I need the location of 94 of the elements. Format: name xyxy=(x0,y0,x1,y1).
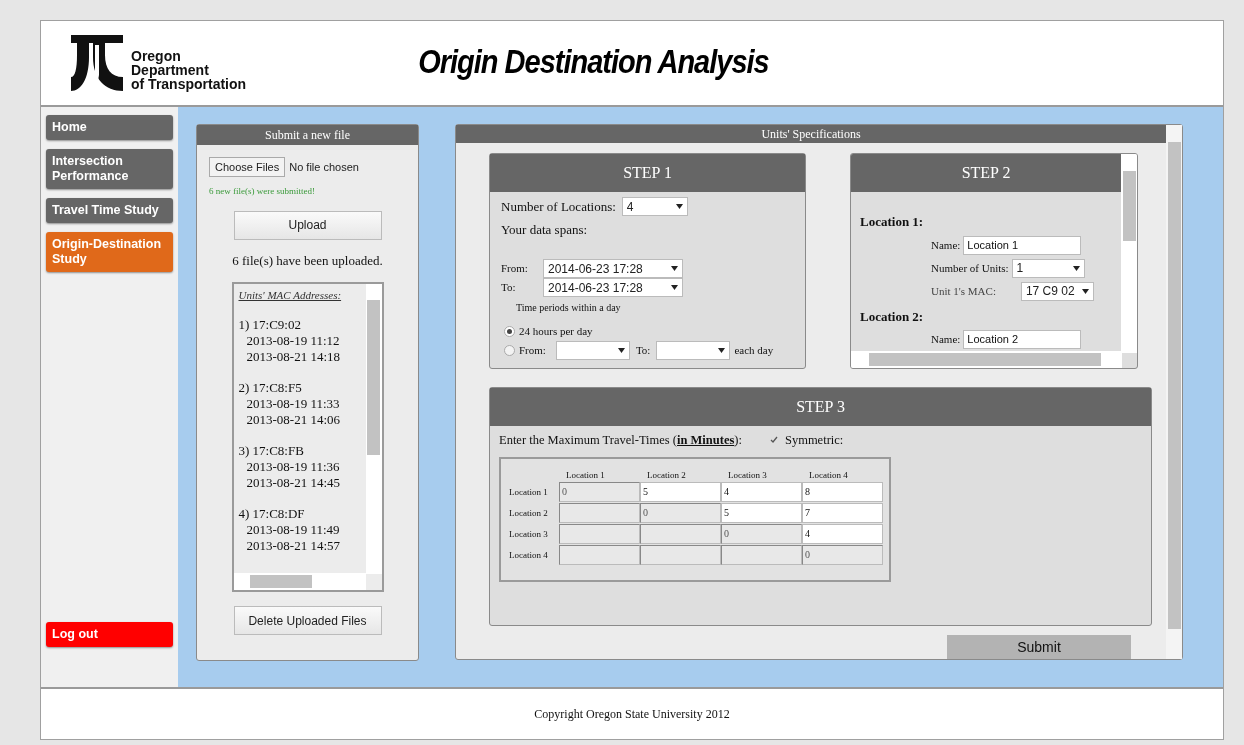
timestamp: 2013-08-21 14:45 xyxy=(245,475,342,491)
option-label: each day xyxy=(734,342,774,358)
row-header: Location 4 xyxy=(509,548,549,562)
option-label: 24 hours per day xyxy=(519,324,593,339)
column-header: Location 1 xyxy=(565,468,606,482)
units-select[interactable]: 1 xyxy=(1011,258,1085,278)
matrix-input[interactable]: 4 xyxy=(721,481,802,502)
radio-button[interactable] xyxy=(504,325,515,337)
matrix-input[interactable]: 8 xyxy=(802,481,883,502)
caret-icon xyxy=(1072,265,1080,271)
checkbox-label: Symmetric: xyxy=(784,432,844,449)
panel-header: Units' Specifications xyxy=(456,125,1166,143)
datetime-select[interactable]: 2014-06-23 17:28 xyxy=(543,259,683,278)
matrix-input: 0 xyxy=(559,481,640,502)
time-select[interactable] xyxy=(555,340,630,360)
vertical-scrollbar[interactable] xyxy=(365,284,382,574)
option-label: To: xyxy=(635,342,651,358)
field-label: From: xyxy=(501,261,529,277)
time-select[interactable] xyxy=(656,340,731,360)
logo-icon xyxy=(69,33,125,93)
upload-button[interactable]: Upload xyxy=(233,210,382,240)
location-heading: Location 2: xyxy=(859,307,925,326)
logout-button[interactable]: Log out xyxy=(46,622,173,647)
timestamp: 2013-08-21 14:57 xyxy=(245,538,342,554)
step-header: STEP 3 xyxy=(490,388,1151,426)
field-label: Number of Units: xyxy=(931,260,1009,276)
field-label: Name: xyxy=(931,237,961,253)
timestamp: 2013-08-19 11:12 xyxy=(245,333,341,349)
column-header: Location 2 xyxy=(646,468,687,482)
timestamp: 2013-08-21 14:18 xyxy=(245,349,342,365)
name-input[interactable]: Location 2 xyxy=(963,330,1082,349)
choose-files-button[interactable]: Choose Files xyxy=(209,157,286,177)
caret-icon xyxy=(1081,288,1089,294)
vertical-scrollbar[interactable] xyxy=(1121,154,1137,353)
timestamp: 2013-08-19 11:49 xyxy=(245,522,341,538)
mac-address: 1) 17:C9:02 xyxy=(238,317,302,333)
field-label: Unit 1's MAC: xyxy=(931,283,996,299)
success-message: 6 new file(s) were submitted! xyxy=(208,185,315,198)
horizontal-scrollbar[interactable] xyxy=(233,573,366,590)
page-title: Origin Destination Analysis xyxy=(418,42,769,83)
nav-item[interactable]: Intersection Performance xyxy=(46,149,173,189)
matrix-input[interactable]: 5 xyxy=(640,481,721,502)
checkbox[interactable] xyxy=(769,435,779,445)
row-header: Location 2 xyxy=(509,506,549,520)
vertical-scrollbar[interactable] xyxy=(1166,125,1182,659)
timestamp: 2013-08-19 11:36 xyxy=(245,459,341,475)
mac-address: 3) 17:C8:FB xyxy=(238,443,305,459)
row-header: Location 3 xyxy=(509,527,549,541)
mac-address: 4) 17:C8:DF xyxy=(238,506,306,522)
caret-icon xyxy=(718,347,726,353)
org-name-line: of Transportation xyxy=(131,77,247,91)
name-input[interactable]: Location 1 xyxy=(963,235,1082,255)
uploaded-count: 6 file(s) have been uploaded. xyxy=(232,251,383,270)
location-heading: Location 1: xyxy=(859,213,925,231)
caret-icon xyxy=(675,204,683,210)
timestamp: 2013-08-19 11:33 xyxy=(245,396,341,412)
matrix-input[interactable]: 7 xyxy=(802,502,883,523)
org-name-line: Department xyxy=(131,63,209,77)
list-heading: Units' MAC Addresses: xyxy=(238,288,343,303)
matrix-input: 0 xyxy=(802,544,883,565)
caret-icon xyxy=(671,266,678,271)
org-name-line: Oregon xyxy=(131,49,182,63)
column-header: Location 3 xyxy=(727,468,768,482)
field-label: Time periods within a day xyxy=(515,301,622,315)
submit-button[interactable]: Submit xyxy=(947,635,1131,659)
step-header: STEP 2 xyxy=(851,154,1121,192)
matrix-input[interactable]: 4 xyxy=(802,523,883,544)
radio-button[interactable] xyxy=(504,344,515,356)
horizontal-scrollbar[interactable] xyxy=(851,351,1122,368)
matrix-input: 0 xyxy=(640,502,721,523)
delete-files-button[interactable]: Delete Uploaded Files xyxy=(233,606,382,635)
timestamp: 2013-08-21 14:06 xyxy=(245,412,342,428)
step-header: STEP 1 xyxy=(490,154,805,192)
file-status: No file chosen xyxy=(289,159,359,175)
field-label: Your data spans: xyxy=(500,220,589,239)
datetime-select[interactable]: 2014-06-23 17:28 xyxy=(543,278,683,297)
matrix-input: 0 xyxy=(721,523,802,544)
row-header: Location 1 xyxy=(509,485,549,499)
matrix-input[interactable]: 5 xyxy=(721,502,802,523)
nav-item[interactable]: Home xyxy=(46,115,173,140)
mac-select[interactable]: 17 C9 02 xyxy=(1020,281,1094,301)
column-header: Location 4 xyxy=(808,468,849,482)
copyright-text: Copyright Oregon State University 2012 xyxy=(534,706,730,723)
instruction-text: Enter the Maximum Travel-Times (in Minutes): xyxy=(499,432,742,449)
caret-icon xyxy=(671,285,678,290)
panel-header: Submit a new file xyxy=(197,125,418,145)
field-label: Number of Locations: xyxy=(501,198,616,216)
field-label: Name: xyxy=(931,332,961,348)
mac-address: 2) 17:C8:F5 xyxy=(238,380,303,396)
field-label: To: xyxy=(501,280,517,296)
caret-icon xyxy=(617,347,625,353)
locations-select[interactable]: 4 xyxy=(621,197,688,217)
option-label: From: xyxy=(519,342,546,358)
nav-item[interactable]: Travel Time Study xyxy=(46,198,173,223)
